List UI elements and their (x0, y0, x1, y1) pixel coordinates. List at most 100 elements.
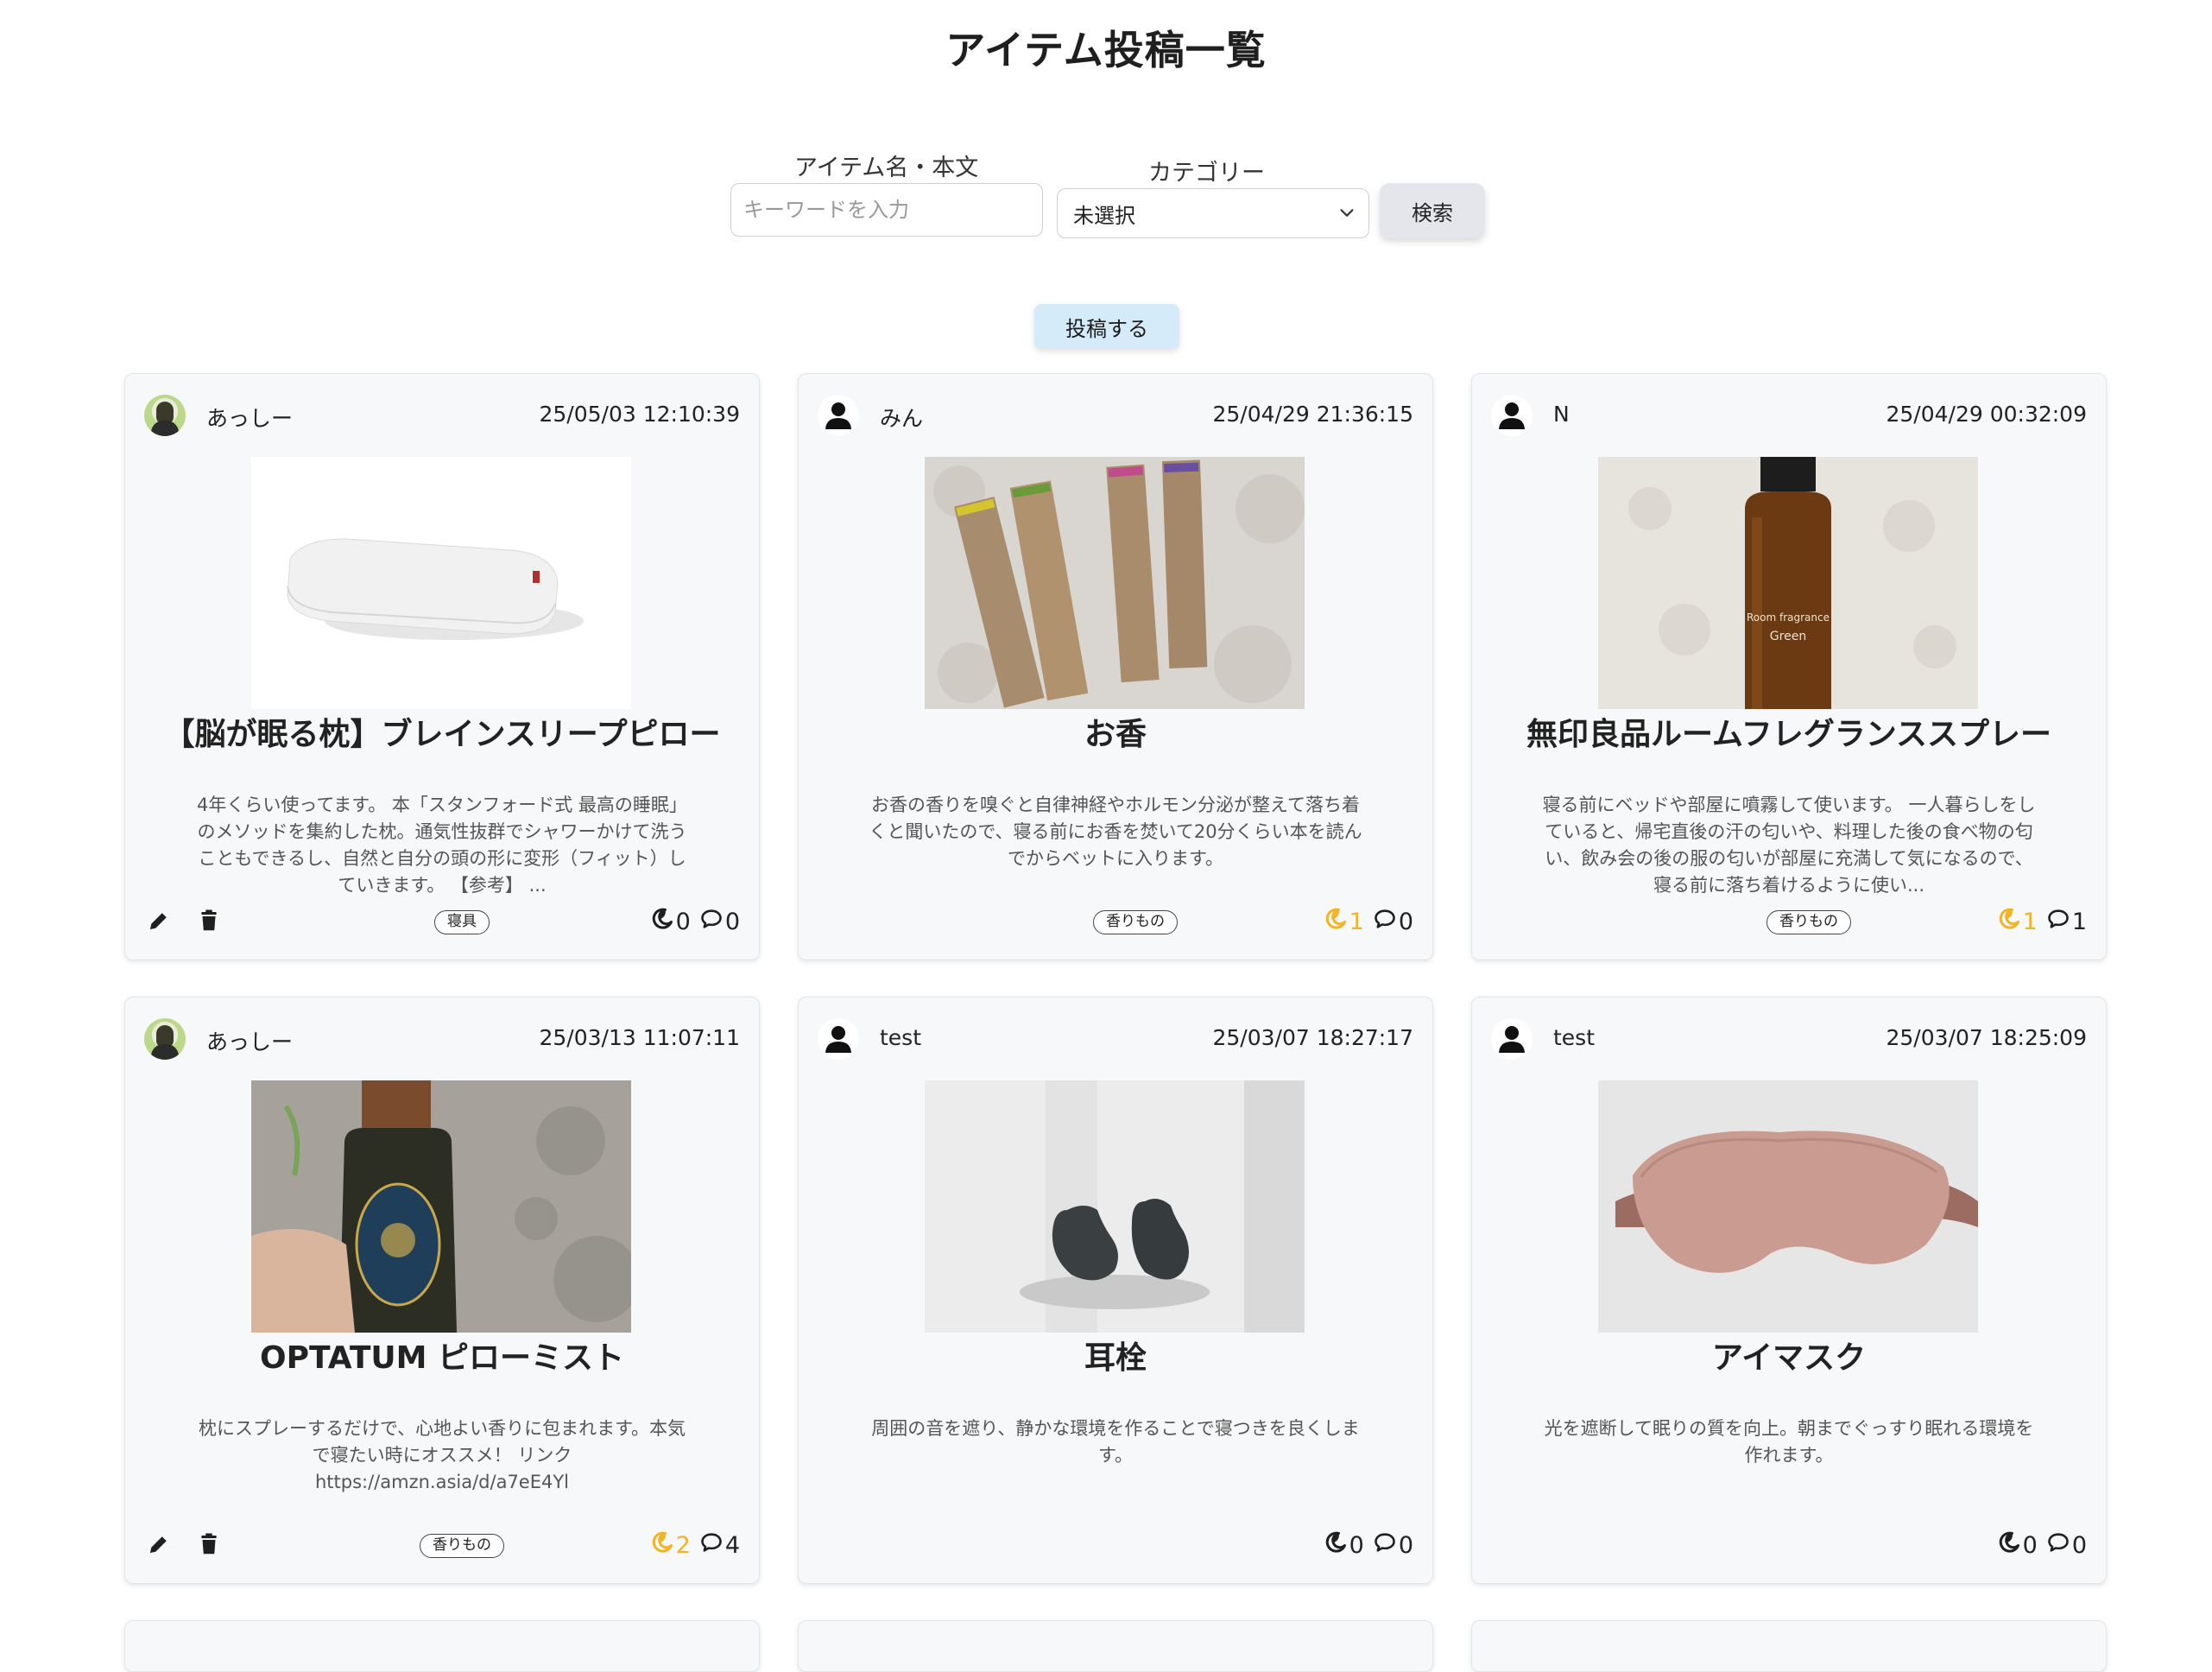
chevron-down-icon (1340, 209, 1354, 217)
like-count: 0 (1349, 1531, 1364, 1559)
avatar[interactable] (144, 1018, 186, 1060)
post-card[interactable]: N 25/04/29 00:32:09 Room fragrance Green… (1471, 373, 2107, 960)
reaction-counts: 1 1 (1997, 906, 2087, 937)
item-image[interactable] (251, 457, 631, 709)
category-select-value: 未選択 (1073, 203, 1135, 228)
username[interactable]: test (880, 1025, 921, 1050)
post-card-header: N 25/04/29 00:32:09 (1491, 395, 2087, 438)
comment-count: 0 (1398, 908, 1413, 935)
post-card[interactable] (1471, 1620, 2107, 1672)
category-select[interactable]: 未選択 (1057, 188, 1369, 238)
item-name[interactable]: お香 (807, 709, 1424, 754)
post-card-footer: 香りもの 1 0 (818, 906, 1413, 937)
keyword-input[interactable] (730, 183, 1043, 237)
comment-bubble-icon (1373, 1530, 1397, 1561)
avatar[interactable] (1491, 395, 1533, 436)
avatar[interactable] (144, 395, 186, 436)
category-tag[interactable]: 寝具 (434, 910, 490, 934)
like-count: 1 (1349, 908, 1364, 935)
avatar[interactable] (1491, 1018, 1533, 1060)
post-card-footer: 0 0 (1491, 1530, 2087, 1561)
moon-icon (1324, 1530, 1348, 1561)
post-card[interactable] (124, 1620, 760, 1672)
post-card[interactable]: みん 25/04/29 21:36:15 お香 お香の香りを嗅ぐと自律神経やホル… (798, 373, 1433, 960)
create-post-button[interactable]: 投稿する (1034, 304, 1179, 349)
edit-icon[interactable] (146, 1531, 172, 1557)
avatar[interactable] (818, 395, 859, 436)
post-timestamp: 25/03/07 18:27:17 (1212, 1025, 1413, 1050)
post-card-header: test 25/03/07 18:27:17 (818, 1018, 1413, 1061)
page-title: アイテム投稿一覧 (945, 27, 1267, 73)
trash-icon[interactable] (196, 908, 222, 934)
comment-button[interactable]: 0 (2046, 1530, 2087, 1561)
item-image[interactable] (925, 457, 1305, 709)
search-button[interactable]: 検索 (1380, 183, 1485, 238)
sleep-like-button[interactable]: 1 (1324, 907, 1364, 937)
post-card-header: あっしー 25/03/13 11:07:11 (144, 1018, 740, 1061)
moon-icon (650, 1530, 674, 1561)
post-card[interactable]: あっしー 25/03/13 11:07:11 OPTATUM ピローミスト 枕に… (124, 997, 760, 1584)
post-card-footer: 香りもの 2 4 (144, 1530, 740, 1561)
keyword-label: アイテム名・本文 (794, 155, 979, 181)
comment-count: 0 (2071, 1531, 2087, 1559)
item-name[interactable]: 【脳が眠る枕】ブレインスリープピロー (134, 709, 750, 754)
comment-button[interactable]: 0 (699, 907, 740, 937)
item-body: お香の香りを嗅ぐと自律神経やホルモン分泌が整えて落ち着くと聞いたので、寝る前にお… (869, 795, 1362, 869)
item-body: 寝る前にベッドや部屋に噴霧して使います。 一人暮らしをしていると、帰宅直後の汗の… (1542, 795, 2036, 896)
post-timestamp: 25/05/03 12:10:39 (539, 402, 740, 427)
comment-bubble-icon (1373, 907, 1397, 937)
post-card-footer: 0 0 (818, 1530, 1413, 1561)
item-image[interactable] (925, 1080, 1305, 1333)
sleep-like-button[interactable]: 0 (650, 907, 691, 937)
post-card-footer: 香りもの 1 1 (1491, 906, 2087, 937)
item-name[interactable]: 無印良品ルームフレグランススプレー (1481, 709, 2097, 754)
sleep-like-button[interactable]: 2 (650, 1530, 691, 1561)
reaction-counts: 0 0 (650, 906, 740, 937)
post-card-header: みん 25/04/29 21:36:15 (818, 395, 1413, 438)
reaction-counts: 0 0 (1324, 1530, 1413, 1561)
svg-text:Room fragrance: Room fragrance (1747, 611, 1830, 624)
item-image[interactable]: Room fragrance Green (1598, 457, 1978, 709)
post-card[interactable]: test 25/03/07 18:27:17 耳栓 周囲の音を遮り、静かな環境を… (798, 997, 1433, 1584)
username[interactable]: N (1553, 402, 1570, 427)
like-count: 2 (675, 1531, 691, 1559)
category-tag[interactable]: 香りもの (1093, 910, 1178, 934)
item-name[interactable]: OPTATUM ピローミスト (134, 1333, 750, 1378)
category-tag[interactable]: 香りもの (420, 1534, 504, 1558)
username[interactable]: あっしー (206, 402, 293, 433)
avatar[interactable] (818, 1018, 859, 1060)
item-body: 4年くらい使ってます。 本「スタンフォード式 最高の睡眠」のメソッドを集約した枕… (197, 795, 687, 896)
item-name[interactable]: アイマスク (1481, 1333, 2097, 1378)
sleep-like-button[interactable]: 0 (1324, 1530, 1364, 1561)
comment-bubble-icon (2046, 1530, 2070, 1561)
post-card[interactable]: test 25/03/07 18:25:09 アイマスク 光を遮断して眠りの質を… (1471, 997, 2107, 1584)
comment-button[interactable]: 0 (1373, 907, 1413, 937)
username[interactable]: test (1553, 1025, 1595, 1050)
username[interactable]: みん (880, 402, 923, 433)
comment-bubble-icon (699, 907, 724, 937)
search-form: アイテム名・本文 カテゴリー 未選択 検索 (725, 145, 1502, 240)
reaction-counts: 0 0 (1997, 1530, 2087, 1561)
username[interactable]: あっしー (206, 1025, 293, 1056)
comment-button[interactable]: 4 (699, 1530, 740, 1561)
moon-icon (1997, 1530, 2021, 1561)
comment-bubble-icon (2046, 907, 2070, 937)
trash-icon[interactable] (196, 1531, 222, 1557)
item-image[interactable] (1598, 1080, 1978, 1333)
item-name[interactable]: 耳栓 (807, 1333, 1424, 1378)
comment-button[interactable]: 1 (2046, 907, 2087, 937)
category-tag[interactable]: 香りもの (1766, 910, 1851, 934)
reaction-counts: 1 0 (1324, 906, 1413, 937)
post-card[interactable]: あっしー 25/05/03 12:10:39 【脳が眠る枕】ブレインスリープピロ… (124, 373, 760, 960)
svg-text:Green: Green (1770, 630, 1806, 643)
post-card[interactable] (798, 1620, 1433, 1672)
sleep-like-button[interactable]: 0 (1997, 1530, 2038, 1561)
edit-icon[interactable] (146, 908, 172, 934)
comment-button[interactable]: 0 (1373, 1530, 1413, 1561)
sleep-like-button[interactable]: 1 (1997, 907, 2038, 937)
post-timestamp: 25/04/29 00:32:09 (1886, 402, 2087, 427)
item-body: 枕にスプレーするだけで、心地よい香りに包まれます。本気で寝たい時にオススメ！ リ… (198, 1418, 686, 1492)
like-count: 1 (2022, 908, 2038, 935)
item-image[interactable] (251, 1080, 631, 1333)
comment-bubble-icon (699, 1530, 724, 1561)
